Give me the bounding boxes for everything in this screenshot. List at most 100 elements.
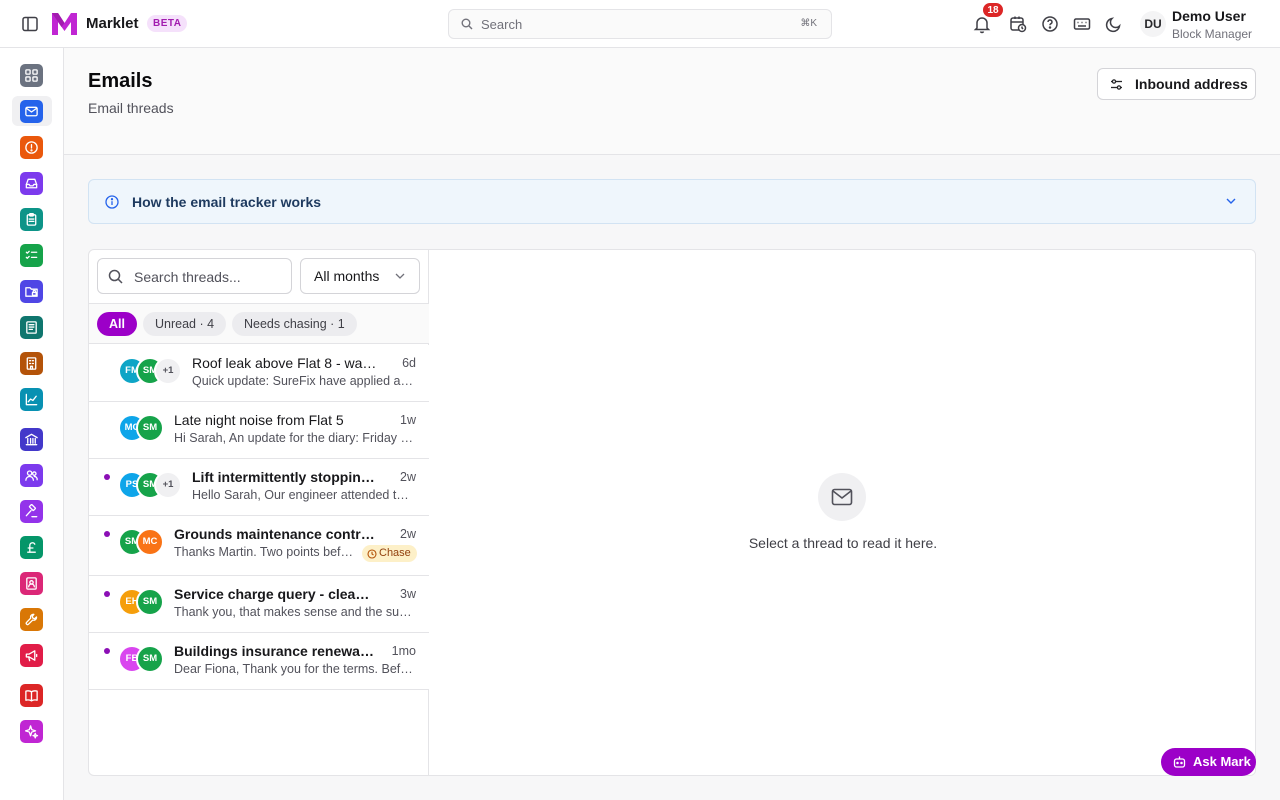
filter-chip-all[interactable]: All xyxy=(97,312,137,336)
chevron-down-icon xyxy=(395,273,405,279)
thread-row[interactable]: SMMCGrounds maintenance contract renewal… xyxy=(89,516,429,576)
chase-label: Chase xyxy=(379,547,411,559)
keyboard-icon[interactable] xyxy=(1072,14,1092,34)
nav-dashboard-item[interactable] xyxy=(20,64,43,87)
thread-time: 6d xyxy=(402,356,416,370)
thread-row[interactable]: FBSMBuildings insurance renewal - terms … xyxy=(89,633,429,690)
month-filter-select[interactable]: All months xyxy=(300,258,420,294)
chevron-down-icon[interactable] xyxy=(1225,195,1237,207)
folder-lock-icon xyxy=(25,287,38,297)
search-input[interactable] xyxy=(481,15,781,33)
nav-ledger-item[interactable] xyxy=(20,316,43,339)
megaphone-icon xyxy=(25,650,38,662)
month-filter-value: All months xyxy=(314,268,380,284)
alert-icon xyxy=(25,141,38,154)
nav-alert-item[interactable] xyxy=(20,136,43,159)
page-title: Emails xyxy=(88,70,153,92)
thread-preview: Thank you, that makes sense and the surp… xyxy=(174,605,415,619)
inbox-icon xyxy=(25,178,38,189)
thread-row[interactable]: MC SM Late night noise from Flat 5 1w Hi Sar… xyxy=(89,402,429,459)
wrench-icon xyxy=(25,613,38,626)
chase-badge[interactable]: Chase xyxy=(362,545,417,562)
thread-reader: Select a thread to read it here. xyxy=(429,250,1255,775)
chart-icon xyxy=(25,393,38,406)
inbound-address-button[interactable]: Inbound address xyxy=(1097,68,1256,100)
thread-row[interactable]: FMSM+1Roof leak above Flat 8 - water ing… xyxy=(89,345,429,402)
nav-mail-item[interactable] xyxy=(20,100,43,123)
thread-preview: Hi Sarah, An update for the diary: Frida… xyxy=(174,431,415,445)
search-shortcut: ⌘K xyxy=(800,18,817,29)
unread-dot xyxy=(104,531,110,537)
nav-inbox-item[interactable] xyxy=(20,172,43,195)
page-header: Emails Email threads Inbound address xyxy=(64,48,1280,155)
inbound-address-label: Inbound address xyxy=(1135,76,1248,92)
clipboard-icon xyxy=(26,213,37,226)
sliders-icon xyxy=(1111,79,1122,90)
thread-search-input[interactable] xyxy=(134,268,284,286)
dark-mode-icon[interactable] xyxy=(1104,14,1124,34)
ask-mark-label: Ask Mark xyxy=(1193,754,1251,769)
beta-badge: BETA xyxy=(147,15,188,32)
book-icon xyxy=(25,690,38,702)
ledger-icon xyxy=(26,321,37,334)
participant-avatar: SM xyxy=(136,588,164,616)
email-threads-panel: All months All Unread · 4 Needs chasing … xyxy=(88,249,1256,776)
user-role: Block Manager xyxy=(1172,27,1253,41)
sidebar-toggle-icon[interactable] xyxy=(21,15,39,33)
thread-subject: Lift intermittently stopping between flo… xyxy=(192,469,377,485)
app-name: Marklet xyxy=(86,15,139,32)
thread-search[interactable] xyxy=(97,258,292,294)
more-participants-badge: +1 xyxy=(154,357,182,385)
thread-time: 2w xyxy=(400,527,416,541)
search-icon xyxy=(108,269,123,284)
user-name[interactable]: Demo User xyxy=(1172,8,1246,24)
contact-icon xyxy=(26,577,37,590)
thread-time: 1mo xyxy=(391,644,416,658)
bot-icon xyxy=(1173,756,1186,768)
filter-chip-unread[interactable]: Unread · 4 xyxy=(143,312,227,336)
calendar-clock-icon[interactable] xyxy=(1008,14,1028,34)
thread-subject: Roof leak above Flat 8 - water ingress i… xyxy=(192,355,377,371)
thread-row[interactable]: PSSM+1Lift intermittently stopping betwe… xyxy=(89,459,429,516)
thread-subject: Grounds maintenance contract renewal xyxy=(174,526,377,542)
nav-checklist-item[interactable] xyxy=(20,244,43,267)
thread-time: 2w xyxy=(400,470,416,484)
thread-row[interactable]: EHSMService charge query - cleaning cost… xyxy=(89,576,429,633)
thread-subject: Late night noise from Flat 5 xyxy=(174,412,344,428)
thread-time: 1w xyxy=(400,413,416,427)
nav-people-item[interactable] xyxy=(20,464,43,487)
thread-filter-chips: All Unread · 4 Needs chasing · 1 xyxy=(89,303,429,344)
nav-clipboard-item[interactable] xyxy=(20,208,43,231)
unread-dot xyxy=(104,648,110,654)
nav-chart-item[interactable] xyxy=(20,388,43,411)
filter-chip-needs-chasing[interactable]: Needs chasing · 1 xyxy=(232,312,357,336)
nav-bank-item[interactable] xyxy=(20,428,43,451)
nav-contact-item[interactable] xyxy=(20,572,43,595)
nav-wrench-item[interactable] xyxy=(20,608,43,631)
thread-subject: Service charge query - cleaning costs xyxy=(174,586,377,602)
global-search[interactable]: ⌘K xyxy=(448,9,832,39)
unread-dot xyxy=(104,591,110,597)
nav-gavel-item[interactable] xyxy=(20,500,43,523)
clock-icon xyxy=(367,548,377,559)
nav-pound-item[interactable] xyxy=(20,536,43,559)
unread-dot xyxy=(104,474,110,480)
participant-avatar: SM xyxy=(136,414,164,442)
user-avatar[interactable]: DU xyxy=(1140,11,1166,37)
nav-sparkles-item[interactable] xyxy=(20,720,43,743)
nav-folder-lock-item[interactable] xyxy=(20,280,43,303)
building-icon xyxy=(26,357,37,370)
nav-building-item[interactable] xyxy=(20,352,43,375)
email-tracker-info-banner[interactable]: How the email tracker works xyxy=(88,179,1256,224)
nav-book-item[interactable] xyxy=(20,684,43,707)
info-banner-text: How the email tracker works xyxy=(132,194,322,210)
thread-list: All months All Unread · 4 Needs chasing … xyxy=(89,250,429,775)
empty-state-text: Select a thread to read it here. xyxy=(748,535,938,551)
nav-megaphone-item[interactable] xyxy=(20,644,43,667)
ask-mark-button[interactable]: Ask Mark xyxy=(1161,748,1256,776)
pound-icon xyxy=(27,542,36,553)
people-icon xyxy=(25,470,38,481)
marklet-logo-icon xyxy=(52,13,77,35)
info-icon xyxy=(105,195,119,209)
help-icon[interactable] xyxy=(1040,14,1060,34)
